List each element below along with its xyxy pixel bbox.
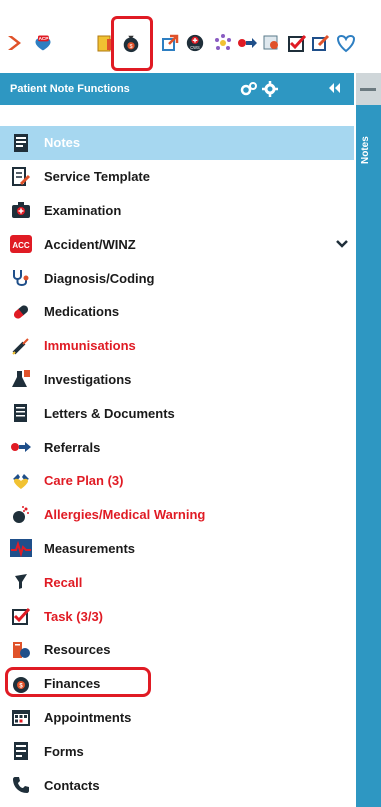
money-bag-highlight	[111, 16, 153, 71]
menu-item-label: Task (3/3)	[44, 608, 104, 624]
notes-side-tab[interactable]: Notes	[360, 120, 378, 180]
people-icon[interactable]	[262, 33, 282, 53]
menu-item-label: Appointments	[44, 709, 132, 725]
patient-note-functions-list: Notes Service Template Examination ACC Accid…	[0, 126, 354, 802]
collapse-double-arrow-icon[interactable]	[326, 80, 342, 101]
toolbar: ACP $ CWS	[0, 0, 381, 70]
menu-item-examination[interactable]: Examination	[0, 194, 354, 228]
network-icon[interactable]	[213, 33, 233, 53]
menu-item-accident-winz[interactable]: ACC Accident/WINZ	[0, 227, 354, 261]
menu-item-task-3-3[interactable]: Task (3/3)	[0, 599, 354, 633]
task-check-icon	[10, 605, 32, 627]
menu-item-label: Care Plan (3)	[44, 473, 124, 489]
multi-gear-icon[interactable]	[240, 81, 258, 102]
menu-item-label: Accident/WINZ	[44, 236, 136, 252]
menu-item-label: Allergies/Medical Warning	[44, 507, 206, 523]
menu-item-label: Contacts	[44, 777, 100, 793]
menu-item-service-template[interactable]: Service Template	[0, 160, 354, 194]
menu-item-care-plan-3[interactable]: Care Plan (3)	[0, 464, 354, 498]
menu-item-medications[interactable]: Medications	[0, 295, 354, 329]
menu-item-diagnosis-coding[interactable]: Diagnosis/Coding	[0, 261, 354, 295]
menu-item-label: Service Template	[44, 169, 150, 185]
menu-item-allergies-medical-warning[interactable]: Allergies/Medical Warning	[0, 498, 354, 532]
menu-item-label: Letters & Documents	[44, 405, 175, 421]
menu-item-label: Measurements	[44, 540, 136, 556]
calendar-icon	[10, 706, 32, 728]
syringe-icon	[10, 335, 32, 357]
menu-item-label: Examination	[44, 202, 122, 218]
referral-icon[interactable]	[237, 33, 257, 53]
notes-icon	[10, 132, 32, 154]
resources-icon	[10, 639, 32, 661]
menu-item-recall[interactable]: Recall	[0, 565, 354, 599]
menu-item-label: Resources	[44, 642, 111, 658]
allergy-icon	[10, 504, 32, 526]
pill-icon	[10, 301, 32, 323]
forms-icon	[10, 740, 32, 762]
menu-item-label: Notes	[44, 135, 81, 151]
acc-icon: ACC	[10, 233, 32, 255]
menu-item-appointments[interactable]: Appointments	[0, 701, 354, 735]
menu-item-label: Recall	[44, 574, 83, 590]
menu-item-label: Medications	[44, 304, 120, 320]
chevron-down-icon[interactable]	[336, 237, 348, 252]
svg-text:ACC: ACC	[12, 241, 30, 250]
menu-item-resources[interactable]: Resources	[0, 633, 354, 667]
menu-item-investigations[interactable]: Investigations	[0, 363, 354, 397]
edit-icon[interactable]	[311, 33, 331, 53]
task-check-icon[interactable]	[287, 33, 307, 53]
menu-item-forms[interactable]: Forms	[0, 734, 354, 768]
menu-item-immunisations[interactable]: Immunisations	[0, 329, 354, 363]
menu-item-contacts[interactable]: Contacts	[0, 768, 354, 802]
care-plan-icon	[10, 470, 32, 492]
panel-title: Patient Note Functions	[10, 83, 130, 95]
acp-icon[interactable]: ACP	[33, 33, 53, 53]
panel-header: Patient Note Functions	[0, 73, 354, 105]
recall-icon	[10, 571, 32, 593]
menu-item-label: Forms	[44, 743, 84, 759]
document-icon	[10, 402, 32, 424]
side-tab-strip[interactable]	[356, 73, 381, 807]
menu-item-label: Diagnosis/Coding	[44, 270, 155, 286]
minimize-icon[interactable]	[360, 88, 376, 91]
referral-arrow-icon	[10, 436, 32, 458]
cws-icon[interactable]: CWS	[185, 33, 205, 53]
menu-item-measurements[interactable]: Measurements	[0, 532, 354, 566]
finances-highlight	[5, 667, 151, 697]
menu-item-label: Investigations	[44, 371, 132, 387]
measurements-icon	[10, 537, 32, 559]
examination-icon	[10, 199, 32, 221]
stethoscope-icon	[10, 267, 32, 289]
menu-item-referrals[interactable]: Referrals	[0, 430, 354, 464]
flask-icon	[10, 368, 32, 390]
menu-item-label: Immunisations	[44, 338, 136, 354]
menu-item-notes[interactable]: Notes	[0, 126, 354, 160]
partial-icon[interactable]	[336, 33, 356, 53]
gear-icon[interactable]	[262, 81, 278, 102]
cws-text: CWS	[190, 45, 200, 50]
acp-text: ACP	[39, 36, 49, 41]
menu-item-label: Referrals	[44, 439, 101, 455]
phone-icon	[10, 774, 32, 796]
export-icon[interactable]	[160, 33, 180, 53]
forward-arrow-icon[interactable]	[6, 33, 26, 53]
service-template-icon	[10, 166, 32, 188]
menu-item-letters-documents[interactable]: Letters & Documents	[0, 396, 354, 430]
